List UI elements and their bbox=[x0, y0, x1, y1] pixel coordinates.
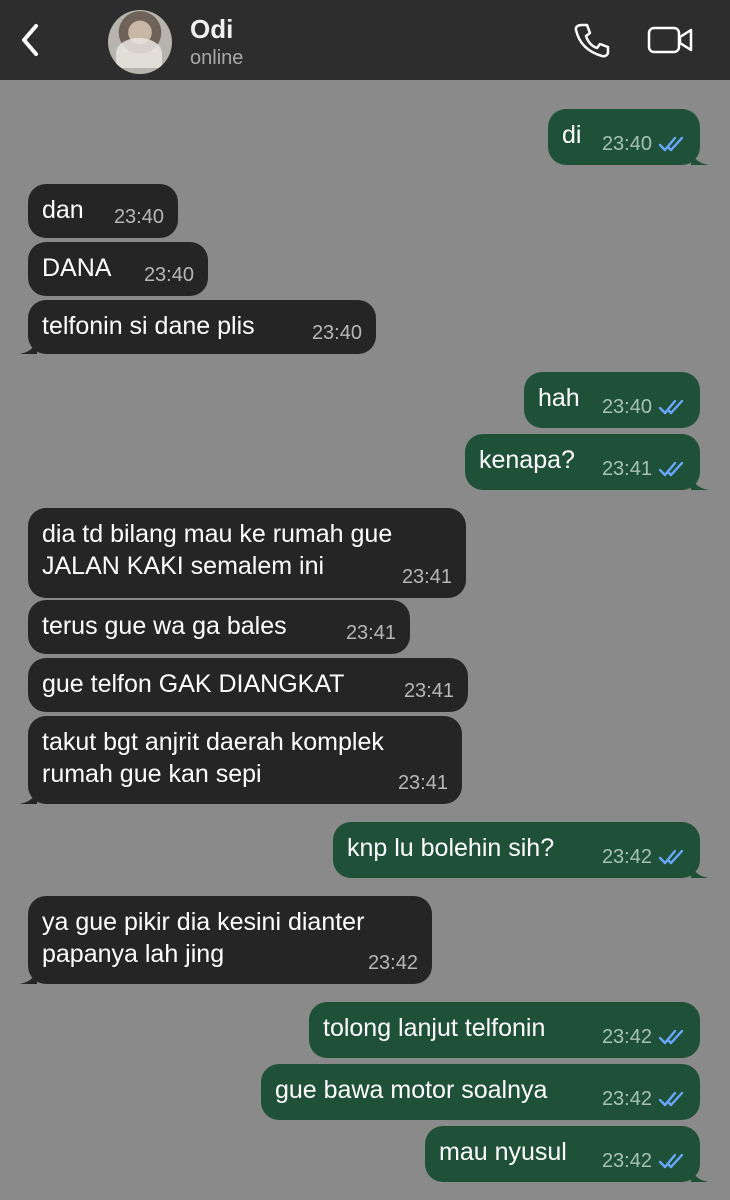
double-check-icon bbox=[658, 136, 684, 152]
message-time: 23:42 bbox=[601, 1150, 652, 1172]
incoming-message[interactable]: telfonin si dane plis 23:40 bbox=[19, 300, 376, 354]
incoming-message[interactable]: dan 23:40 bbox=[28, 184, 178, 238]
message-meta: 23:40 bbox=[114, 206, 164, 228]
message-time: 23:41 bbox=[403, 680, 454, 702]
outgoing-message[interactable]: kenapa? 23:41 bbox=[465, 434, 709, 490]
message-meta: 23:40 bbox=[602, 133, 686, 155]
message-meta: 23:42 bbox=[368, 952, 418, 974]
bubble-tail bbox=[691, 145, 709, 165]
video-call-button[interactable] bbox=[646, 20, 694, 60]
double-check-icon bbox=[658, 1029, 684, 1045]
incoming-message[interactable]: takut bgt anjrit daerah komplek rumah gu… bbox=[19, 716, 462, 804]
double-check-icon bbox=[658, 461, 684, 477]
message-meta: 23:41 bbox=[346, 622, 396, 644]
outgoing-message[interactable]: gue bawa motor soalnya 23:42 bbox=[261, 1064, 700, 1120]
message-time: 23:42 bbox=[601, 846, 652, 868]
message-text: gue telfon GAK DIANGKAT bbox=[42, 670, 345, 698]
outgoing-message[interactable]: mau nyusul 23:42 bbox=[425, 1126, 709, 1182]
message-time: 23:42 bbox=[601, 1026, 652, 1048]
message-text: ya gue pikir dia kesini dianter papanya … bbox=[42, 908, 365, 968]
back-button[interactable] bbox=[12, 18, 48, 62]
chat-header: Odi online bbox=[0, 0, 730, 80]
incoming-message[interactable]: ya gue pikir dia kesini dianter papanya … bbox=[19, 896, 432, 984]
message-meta: 23:41 bbox=[404, 680, 454, 702]
message-time: 23:40 bbox=[601, 396, 652, 418]
double-check-icon bbox=[658, 1153, 684, 1169]
message-meta: 23:40 bbox=[602, 396, 686, 418]
message-time: 23:40 bbox=[113, 206, 164, 228]
bubble-tail bbox=[691, 470, 709, 490]
outgoing-message[interactable]: di 23:40 bbox=[548, 109, 709, 165]
contact-name[interactable]: Odi bbox=[190, 14, 233, 44]
outgoing-message[interactable]: tolong lanjut telfonin 23:42 bbox=[309, 1002, 700, 1058]
message-time: 23:42 bbox=[601, 1088, 652, 1110]
bubble-tail bbox=[691, 1162, 709, 1182]
incoming-message[interactable]: terus gue wa ga bales 23:41 bbox=[28, 600, 410, 654]
contact-status: online bbox=[190, 47, 244, 69]
chevron-left-icon bbox=[22, 24, 38, 56]
incoming-message[interactable]: dia td bilang mau ke rumah gue JALAN KAK… bbox=[28, 508, 466, 598]
message-time: 23:41 bbox=[401, 566, 452, 588]
message-meta: 23:42 bbox=[602, 846, 686, 868]
message-meta: 23:41 bbox=[402, 566, 452, 588]
incoming-message[interactable]: DANA 23:40 bbox=[28, 242, 208, 296]
message-time: 23:40 bbox=[311, 322, 362, 344]
bubble-tail bbox=[19, 784, 37, 804]
outgoing-message[interactable]: knp lu bolehin sih? 23:42 bbox=[333, 822, 709, 878]
bubble-tail bbox=[19, 964, 37, 984]
voice-call-button[interactable] bbox=[568, 20, 616, 60]
message-time: 23:41 bbox=[345, 622, 396, 644]
bubble-tail bbox=[19, 334, 37, 354]
message-meta: 23:41 bbox=[602, 458, 686, 480]
message-meta: 23:42 bbox=[602, 1088, 686, 1110]
phone-icon bbox=[574, 23, 610, 58]
message-time: 23:41 bbox=[601, 458, 652, 480]
message-time: 23:41 bbox=[397, 772, 448, 794]
video-camera-icon bbox=[647, 26, 693, 54]
incoming-message[interactable]: gue telfon GAK DIANGKAT 23:41 bbox=[28, 658, 468, 712]
message-meta: 23:42 bbox=[602, 1026, 686, 1048]
double-check-icon bbox=[658, 399, 684, 415]
message-text: terus gue wa ga bales bbox=[42, 612, 287, 640]
message-time: 23:42 bbox=[367, 952, 418, 974]
message-meta: 23:40 bbox=[144, 264, 194, 286]
message-list[interactable]: di 23:40 dan 23:40 DANA 23:40 telfonin s… bbox=[0, 80, 730, 1200]
avatar[interactable] bbox=[108, 10, 172, 74]
message-time: 23:40 bbox=[143, 264, 194, 286]
message-text: dia td bilang mau ke rumah gue JALAN KAK… bbox=[42, 520, 393, 580]
message-meta: 23:42 bbox=[602, 1150, 686, 1172]
outgoing-message[interactable]: hah 23:40 bbox=[524, 372, 700, 428]
bubble-tail bbox=[691, 858, 709, 878]
message-meta: 23:40 bbox=[312, 322, 362, 344]
double-check-icon bbox=[658, 849, 684, 865]
message-meta: 23:41 bbox=[398, 772, 448, 794]
message-time: 23:40 bbox=[601, 133, 652, 155]
message-text: takut bgt anjrit daerah komplek rumah gu… bbox=[42, 728, 384, 788]
double-check-icon bbox=[658, 1091, 684, 1107]
